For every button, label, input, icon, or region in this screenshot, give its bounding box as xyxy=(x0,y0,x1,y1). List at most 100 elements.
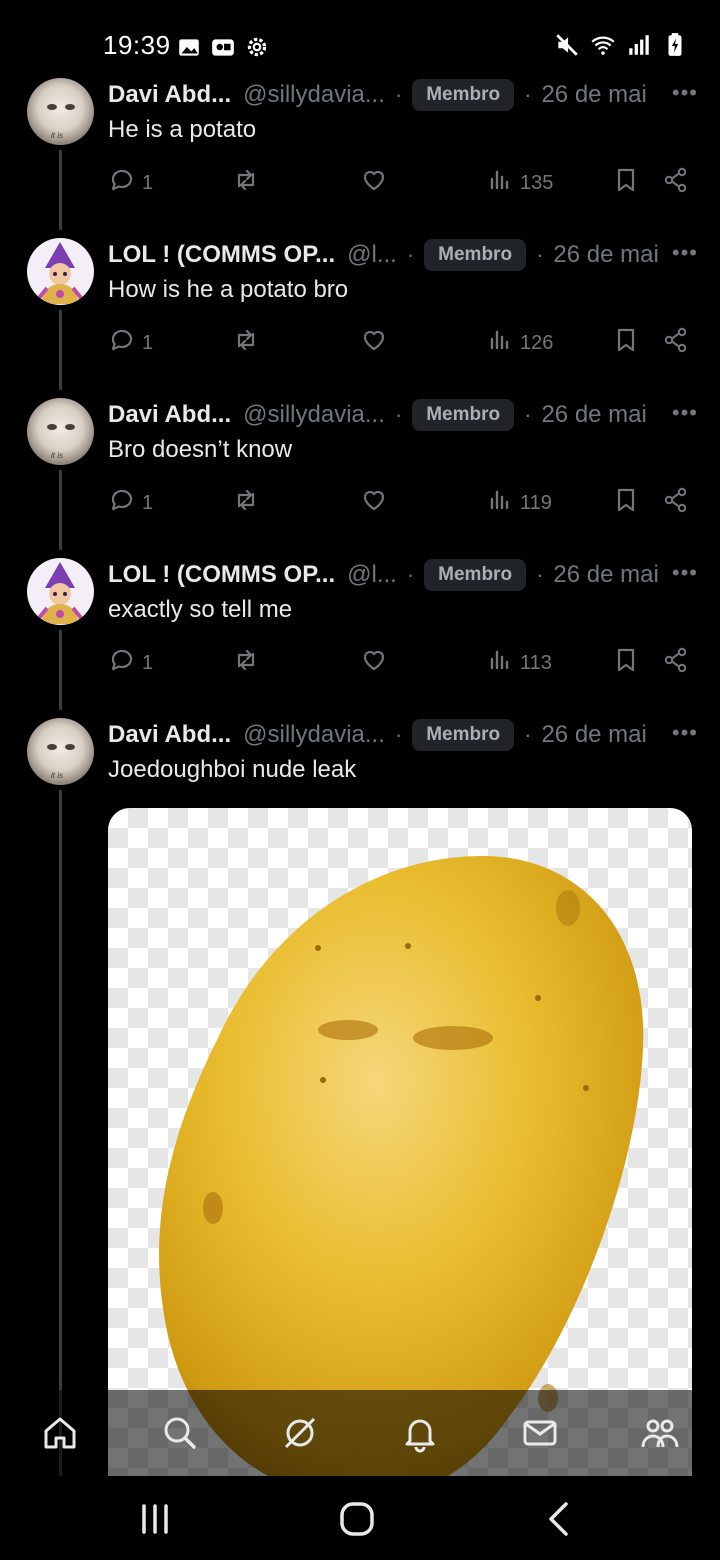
post-date: 26 de mai xyxy=(541,721,647,748)
author-handle[interactable]: @sillydavia... xyxy=(243,401,385,429)
avatar[interactable]: it is xyxy=(27,718,94,785)
heart-icon xyxy=(360,166,388,200)
reply-button[interactable]: 1 xyxy=(108,166,153,200)
repost-icon xyxy=(232,486,260,520)
battery-charging-icon xyxy=(668,33,682,56)
like-button[interactable] xyxy=(360,646,388,680)
bookmark-button[interactable] xyxy=(612,486,640,520)
reply-button[interactable]: 1 xyxy=(108,646,153,680)
avatar[interactable] xyxy=(27,238,94,305)
bookmark-icon xyxy=(612,486,640,520)
recents-icon[interactable] xyxy=(132,1496,178,1542)
author-name[interactable]: Davi Abd... xyxy=(108,401,231,429)
share-button[interactable] xyxy=(662,166,690,200)
repost-button[interactable] xyxy=(232,646,260,680)
settings-gear-icon xyxy=(247,37,267,57)
reply-button[interactable]: 1 xyxy=(108,326,153,360)
member-badge: Membro xyxy=(412,79,515,111)
views-icon xyxy=(486,486,514,520)
bookmark-button[interactable] xyxy=(612,166,640,200)
views-button[interactable]: 126 xyxy=(486,326,553,360)
avatar[interactable]: it is xyxy=(27,78,94,145)
search-icon[interactable] xyxy=(158,1411,202,1455)
post-text: He is a potato xyxy=(108,116,257,143)
post-text: Joedoughboi nude leak xyxy=(108,756,357,783)
gallery-notification-icon xyxy=(179,39,199,56)
thread-line xyxy=(59,310,62,390)
bookmark-button[interactable] xyxy=(612,326,640,360)
author-handle[interactable]: @sillydavia... xyxy=(243,81,385,109)
post-image[interactable] xyxy=(108,808,692,1476)
views-button[interactable]: 135 xyxy=(486,166,553,200)
communities-icon[interactable] xyxy=(638,1411,682,1455)
post-actions: 1 113 xyxy=(108,646,692,682)
repost-button[interactable] xyxy=(232,326,260,360)
reply-button[interactable]: 1 xyxy=(108,486,153,520)
bookmark-button[interactable] xyxy=(612,646,640,680)
views-icon xyxy=(486,166,514,200)
heart-icon xyxy=(360,646,388,680)
author-handle[interactable]: @sillydavia... xyxy=(243,721,385,749)
author-name[interactable]: Davi Abd... xyxy=(108,721,231,749)
post-header: Davi Abd... @sillydavia... · Membro · 26 de m… xyxy=(108,78,698,112)
post-header: LOL ! (COMMS OP... @l... · Membro · 26 de mai… xyxy=(108,238,698,272)
more-options-icon[interactable]: ••• xyxy=(672,720,698,746)
post-date: 26 de mai xyxy=(553,561,659,588)
avatar[interactable] xyxy=(27,558,94,625)
author-name[interactable]: Davi Abd... xyxy=(108,81,231,109)
bookmark-icon xyxy=(612,326,640,360)
heart-icon xyxy=(360,326,388,360)
author-handle[interactable]: @l... xyxy=(347,241,397,269)
messages-icon[interactable] xyxy=(518,1411,562,1455)
post-date: 26 de mai xyxy=(541,81,647,108)
more-options-icon[interactable]: ••• xyxy=(672,560,698,586)
views-icon xyxy=(486,646,514,680)
author-name[interactable]: LOL ! (COMMS OP... xyxy=(108,561,335,589)
more-options-icon[interactable]: ••• xyxy=(672,80,698,106)
post-text: Bro doesn’t know xyxy=(108,436,293,463)
repost-button[interactable] xyxy=(232,486,260,520)
reply-count: 1 xyxy=(142,651,154,674)
home-icon[interactable] xyxy=(38,1411,82,1455)
home-button-icon[interactable] xyxy=(334,1496,380,1542)
post-date: 26 de mai xyxy=(541,401,647,428)
status-time: 19:39 xyxy=(103,30,171,60)
reply-icon xyxy=(108,166,136,200)
thread-line xyxy=(59,150,62,230)
post-text: How is he a potato bro xyxy=(108,276,349,303)
bottom-navigation xyxy=(0,1390,720,1476)
share-icon xyxy=(662,326,690,360)
share-button[interactable] xyxy=(662,326,690,360)
views-icon xyxy=(486,326,514,360)
reply-count: 1 xyxy=(142,171,154,194)
views-button[interactable]: 113 xyxy=(486,646,552,680)
author-name[interactable]: LOL ! (COMMS OP... xyxy=(108,241,335,269)
more-options-icon[interactable]: ••• xyxy=(672,400,698,426)
share-icon xyxy=(662,486,690,520)
like-button[interactable] xyxy=(360,486,388,520)
status-bar: 19:39 xyxy=(0,0,720,80)
views-count: 126 xyxy=(520,331,554,354)
back-icon[interactable] xyxy=(536,1496,582,1542)
share-button[interactable] xyxy=(662,486,690,520)
grok-icon[interactable] xyxy=(278,1411,322,1455)
like-button[interactable] xyxy=(360,326,388,360)
mute-icon xyxy=(556,34,578,56)
author-handle[interactable]: @l... xyxy=(347,561,397,589)
wifi-icon xyxy=(591,36,615,55)
repost-icon xyxy=(232,646,260,680)
post-actions: 1 135 xyxy=(108,166,692,202)
more-options-icon[interactable]: ••• xyxy=(672,240,698,266)
post-header: Davi Abd... @sillydavia... · Membro · 26 de m… xyxy=(108,718,698,752)
repost-button[interactable] xyxy=(232,166,260,200)
notifications-icon[interactable] xyxy=(398,1411,442,1455)
share-button[interactable] xyxy=(662,646,690,680)
share-icon xyxy=(662,646,690,680)
like-button[interactable] xyxy=(360,166,388,200)
member-badge: Membro xyxy=(412,719,515,751)
bookmark-icon xyxy=(612,646,640,680)
views-count: 119 xyxy=(520,491,552,514)
reply-icon xyxy=(108,646,136,680)
avatar[interactable]: it is xyxy=(27,398,94,465)
views-button[interactable]: 119 xyxy=(486,486,552,520)
